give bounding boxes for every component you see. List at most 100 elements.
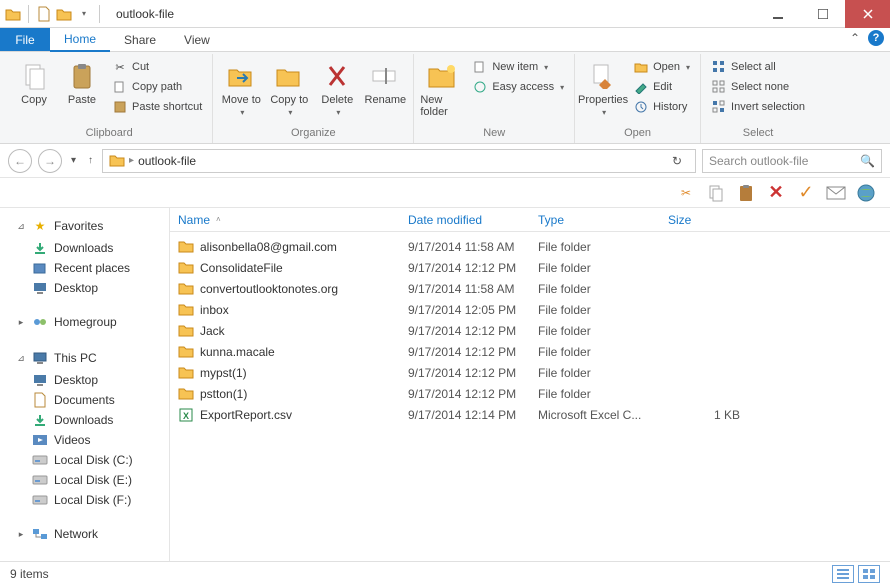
check-icon[interactable]: ✓	[796, 183, 816, 203]
address-bar: ← → ▾ ↑ ▸ outlook-file ↻ Search outlook-…	[0, 144, 890, 178]
rename-button[interactable]: Rename	[363, 58, 407, 106]
delete2-icon[interactable]: ✕	[766, 183, 786, 203]
paste-button[interactable]: Paste	[60, 58, 104, 106]
table-row[interactable]: XExportReport.csv9/17/2014 12:14 PMMicro…	[170, 404, 890, 425]
file-name: mypst(1)	[200, 366, 247, 380]
quick-access-toolbar: ▾	[0, 5, 108, 23]
column-header-date[interactable]: Date modified	[400, 213, 530, 227]
column-header-type[interactable]: Type	[530, 213, 660, 227]
navigation-sidebar: ⊿ ★ Favorites DownloadsRecent placesDesk…	[0, 208, 170, 561]
sidebar-item-desktop[interactable]: Desktop	[4, 370, 169, 390]
file-type: File folder	[530, 345, 660, 359]
tab-share[interactable]: Share	[110, 28, 170, 51]
history-button[interactable]: History	[629, 98, 694, 116]
table-row[interactable]: Jack9/17/2014 12:12 PMFile folder	[170, 320, 890, 341]
refresh-button[interactable]: ↻	[665, 154, 689, 168]
nav-back-button[interactable]: ←	[8, 149, 32, 173]
table-row[interactable]: convertoutlooktonotes.org9/17/2014 11:58…	[170, 278, 890, 299]
cut-button[interactable]: ✂Cut	[108, 58, 206, 76]
file-list: alisonbella08@gmail.com9/17/2014 11:58 A…	[170, 232, 890, 561]
file-date: 9/17/2014 12:12 PM	[400, 366, 530, 380]
sidebar-group-favorites[interactable]: ⊿ ★ Favorites	[4, 214, 169, 238]
easy-access-button[interactable]: Easy access	[468, 78, 568, 96]
open-button[interactable]: Open	[629, 58, 694, 76]
sidebar-item-desktop[interactable]: Desktop	[4, 278, 169, 298]
delete-button[interactable]: Delete	[315, 58, 359, 117]
tab-view[interactable]: View	[170, 28, 224, 51]
nav-up-button[interactable]: ↑	[85, 155, 96, 166]
qat-doc-icon[interactable]	[35, 5, 53, 23]
nav-history-dropdown[interactable]: ▾	[68, 155, 79, 166]
sidebar-item-downloads[interactable]: Downloads	[4, 410, 169, 430]
sidebar-item-local-disk-c-[interactable]: Local Disk (C:)	[4, 450, 169, 470]
file-date: 9/17/2014 11:58 AM	[400, 240, 530, 254]
table-row[interactable]: ConsolidateFile9/17/2014 12:12 PMFile fo…	[170, 257, 890, 278]
file-date: 9/17/2014 12:12 PM	[400, 261, 530, 275]
table-row[interactable]: alisonbella08@gmail.com9/17/2014 11:58 A…	[170, 236, 890, 257]
nav-forward-button[interactable]: →	[38, 149, 62, 173]
edit-button[interactable]: Edit	[629, 78, 694, 96]
file-name: inbox	[200, 303, 229, 317]
globe-icon[interactable]	[856, 183, 876, 203]
copy-icon	[18, 60, 50, 92]
file-type: File folder	[530, 303, 660, 317]
properties-button[interactable]: Properties	[581, 58, 625, 117]
new-item-button[interactable]: New item	[468, 58, 568, 76]
copy-to-button[interactable]: Copy to	[267, 58, 311, 117]
copy2-icon[interactable]	[706, 183, 726, 203]
sidebar-group-homegroup[interactable]: ▸ Homegroup	[4, 310, 169, 334]
tab-home[interactable]: Home	[50, 28, 110, 52]
download-icon	[32, 240, 48, 256]
window-system-buttons	[755, 0, 890, 28]
file-type: File folder	[530, 261, 660, 275]
file-date: 9/17/2014 12:12 PM	[400, 387, 530, 401]
qat-dropdown-icon[interactable]: ▾	[75, 5, 93, 23]
column-header-size[interactable]: Size	[660, 213, 740, 227]
copy-button[interactable]: Copy	[12, 58, 56, 106]
select-none-button[interactable]: Select none	[707, 78, 809, 96]
breadcrumb[interactable]: ▸ outlook-file ↻	[102, 149, 696, 173]
sidebar-group-network[interactable]: ▸ Network	[4, 522, 169, 546]
sidebar-item-local-disk-f-[interactable]: Local Disk (F:)	[4, 490, 169, 510]
pin-icon[interactable]: ✂	[676, 183, 696, 203]
move-to-button[interactable]: Move to	[219, 58, 263, 117]
scissors-icon: ✂	[112, 59, 128, 75]
maximize-button[interactable]	[800, 0, 845, 28]
view-icons-button[interactable]	[858, 565, 880, 583]
sidebar-item-local-disk-e-[interactable]: Local Disk (E:)	[4, 470, 169, 490]
sidebar-item-documents[interactable]: Documents	[4, 390, 169, 410]
network-icon	[32, 526, 48, 542]
sidebar-item-label: Local Disk (C:)	[54, 453, 133, 467]
column-header-name[interactable]: Name ˄	[170, 213, 400, 227]
file-menu-button[interactable]: File	[0, 28, 50, 51]
copy-path-button[interactable]: Copy path	[108, 78, 206, 96]
table-row[interactable]: pstton(1)9/17/2014 12:12 PMFile folder	[170, 383, 890, 404]
sidebar-item-videos[interactable]: Videos	[4, 430, 169, 450]
view-details-button[interactable]	[832, 565, 854, 583]
minimize-button[interactable]	[755, 0, 800, 28]
file-size: 1 KB	[660, 408, 740, 422]
file-date: 9/17/2014 12:12 PM	[400, 324, 530, 338]
new-folder-icon	[426, 60, 458, 92]
paste-shortcut-button[interactable]: Paste shortcut	[108, 98, 206, 116]
sidebar-item-recent-places[interactable]: Recent places	[4, 258, 169, 278]
table-row[interactable]: inbox9/17/2014 12:05 PMFile folder	[170, 299, 890, 320]
qat-folder-icon[interactable]	[4, 5, 22, 23]
clipboard-icon[interactable]	[736, 183, 756, 203]
select-all-button[interactable]: Select all	[707, 58, 809, 76]
close-button[interactable]	[845, 0, 890, 28]
search-box[interactable]: Search outlook-file 🔍	[702, 149, 882, 173]
new-folder-button[interactable]: New folder	[420, 58, 464, 118]
sidebar-group-thispc[interactable]: ⊿ This PC	[4, 346, 169, 370]
ribbon-collapse-icon[interactable]: ⌃	[850, 31, 860, 45]
file-type: File folder	[530, 324, 660, 338]
sidebar-item-downloads[interactable]: Downloads	[4, 238, 169, 258]
help-icon[interactable]: ?	[868, 30, 884, 46]
edit-icon	[633, 79, 649, 95]
qat-folder2-icon[interactable]	[55, 5, 73, 23]
invert-selection-button[interactable]: Invert selection	[707, 98, 809, 116]
mail-icon[interactable]	[826, 183, 846, 203]
ribbon-group-clipboard: Copy Paste ✂Cut Copy path Paste shortcut…	[6, 54, 213, 143]
table-row[interactable]: mypst(1)9/17/2014 12:12 PMFile folder	[170, 362, 890, 383]
table-row[interactable]: kunna.macale9/17/2014 12:12 PMFile folde…	[170, 341, 890, 362]
